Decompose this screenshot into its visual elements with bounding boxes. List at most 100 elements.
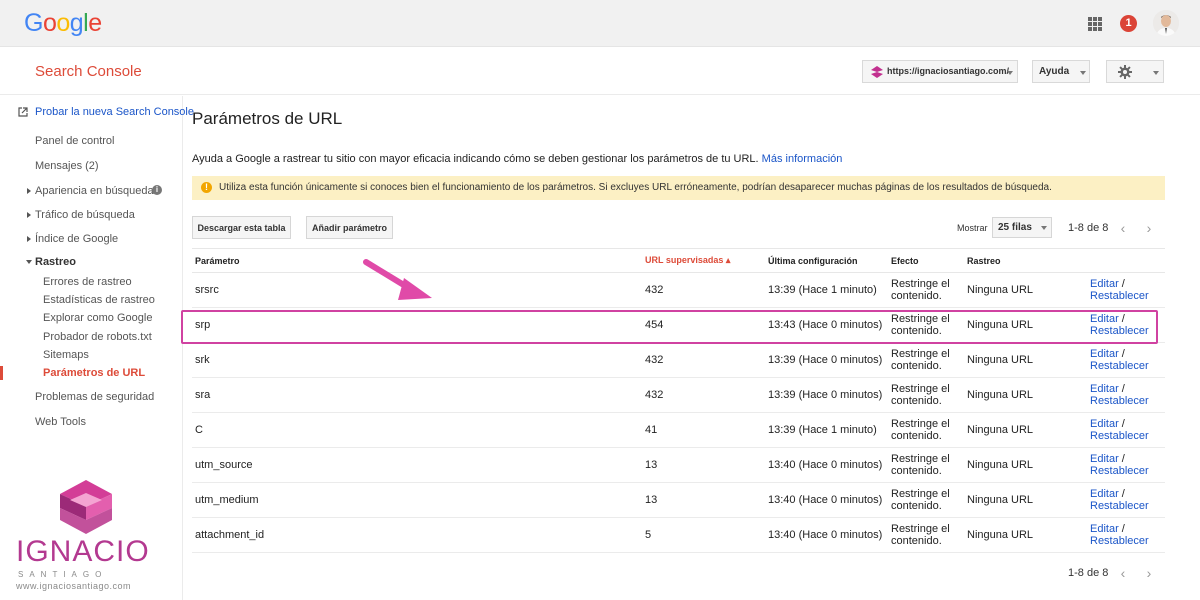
app-title[interactable]: Search Console bbox=[35, 63, 142, 80]
cell-effect: Restringe el contenido. bbox=[888, 272, 964, 308]
sidebar-item-search-appearance[interactable]: Apariencia en búsquedas bbox=[35, 185, 159, 197]
cell-effect: Restringe el contenido. bbox=[888, 342, 964, 378]
effect-line: contenido. bbox=[891, 290, 942, 302]
cell-monitored-urls: 41 bbox=[642, 412, 765, 448]
cell-crawl: Ninguna URL bbox=[964, 377, 1087, 413]
edit-link[interactable]: Editar bbox=[1090, 383, 1119, 395]
cell-effect: Restringe el contenido. bbox=[888, 377, 964, 413]
reset-link[interactable]: Restablecer bbox=[1090, 290, 1149, 302]
sidebar-subitem-crawl-stats[interactable]: Estadísticas de rastreo bbox=[43, 294, 155, 306]
reset-link[interactable]: Restablecer bbox=[1090, 395, 1149, 407]
cell-actions: Editar / Restablecer bbox=[1087, 272, 1165, 308]
sidebar-item-search-traffic[interactable]: Tráfico de búsqueda bbox=[35, 209, 135, 221]
edit-link[interactable]: Editar bbox=[1090, 348, 1119, 360]
sidebar-subitem-sitemaps[interactable]: Sitemaps bbox=[43, 349, 89, 361]
cell-effect: Restringe el contenido. bbox=[888, 412, 964, 448]
sidebar-item-google-index[interactable]: Índice de Google bbox=[35, 233, 118, 245]
effect-line: Restringe el bbox=[891, 488, 950, 500]
sidebar-item-messages[interactable]: Mensajes (2) bbox=[35, 160, 99, 172]
sidebar-item-dashboard[interactable]: Panel de control bbox=[35, 135, 115, 147]
chevron-down-icon bbox=[1041, 226, 1047, 230]
notification-badge[interactable]: 1 bbox=[1120, 15, 1137, 32]
chevron-right-icon bbox=[27, 236, 31, 242]
effect-line: contenido. bbox=[891, 360, 942, 372]
cell-monitored-urls: 432 bbox=[642, 342, 765, 378]
logo-letter: g bbox=[69, 9, 84, 37]
table-row: attachment_id 5 13:40 (Hace 0 minutos) R… bbox=[192, 517, 1165, 553]
edit-link[interactable]: Editar bbox=[1090, 523, 1119, 535]
sidebar-item-web-tools[interactable]: Web Tools bbox=[35, 416, 86, 428]
effect-line: Restringe el bbox=[891, 383, 950, 395]
sidebar-subitem-fetch-as-google[interactable]: Explorar como Google bbox=[43, 312, 152, 324]
cell-monitored-urls: 432 bbox=[642, 377, 765, 413]
url-parameters-table: Parámetro URL supervisadas ▴ Última conf… bbox=[192, 248, 1165, 553]
column-header-monitored-urls[interactable]: URL supervisadas ▴ bbox=[642, 248, 765, 273]
effect-line: Restringe el bbox=[891, 418, 950, 430]
cell-crawl: Ninguna URL bbox=[964, 482, 1087, 518]
reset-link[interactable]: Restablecer bbox=[1090, 465, 1149, 477]
cell-effect: Restringe el contenido. bbox=[888, 482, 964, 518]
chevron-down-icon bbox=[1080, 71, 1086, 75]
external-link-icon bbox=[18, 107, 28, 117]
edit-link[interactable]: Editar bbox=[1090, 453, 1119, 465]
cell-actions: Editar / Restablecer bbox=[1087, 412, 1165, 448]
sidebar-subitem-robots-tester[interactable]: Probador de robots.txt bbox=[43, 331, 152, 343]
chevron-down-icon bbox=[1153, 71, 1159, 75]
add-parameter-button[interactable]: Añadir parámetro bbox=[306, 216, 393, 239]
help-button[interactable]: Ayuda bbox=[1032, 60, 1090, 83]
pagination-info: 1-8 de 8 bbox=[1068, 567, 1109, 579]
settings-button[interactable] bbox=[1106, 60, 1164, 83]
reset-link[interactable]: Restablecer bbox=[1090, 430, 1149, 442]
annotation-arrow-icon bbox=[363, 259, 432, 300]
next-page-button[interactable]: › bbox=[1138, 563, 1160, 583]
cell-actions: Editar / Restablecer bbox=[1087, 447, 1165, 483]
cell-actions: Editar / Restablecer bbox=[1087, 482, 1165, 518]
more-info-link[interactable]: Más información bbox=[762, 153, 843, 165]
try-new-search-console-link[interactable]: Probar la nueva Search Console bbox=[35, 106, 194, 118]
chevron-down-icon bbox=[26, 260, 32, 264]
site-selector-label: https://ignaciosantiago.com/ bbox=[887, 66, 1010, 76]
cell-parameter: utm_source bbox=[192, 447, 642, 483]
site-selector[interactable]: https://ignaciosantiago.com/ bbox=[862, 60, 1018, 83]
intro-text: Ayuda a Google a rastrear tu sitio con m… bbox=[192, 153, 842, 165]
edit-link[interactable]: Editar bbox=[1090, 313, 1119, 325]
avatar[interactable] bbox=[1153, 10, 1179, 36]
site-logo-icon bbox=[871, 66, 883, 78]
reset-link[interactable]: Restablecer bbox=[1090, 325, 1149, 337]
cell-crawl: Ninguna URL bbox=[964, 342, 1087, 378]
cell-last-config: 13:40 (Hace 0 minutos) bbox=[765, 482, 888, 518]
next-page-button[interactable]: › bbox=[1138, 218, 1160, 238]
warning-banner: ! Utiliza esta función únicamente si con… bbox=[192, 176, 1165, 200]
reset-link[interactable]: Restablecer bbox=[1090, 360, 1149, 372]
edit-link[interactable]: Editar bbox=[1090, 278, 1119, 290]
download-table-button[interactable]: Descargar esta tabla bbox=[192, 216, 291, 239]
cell-effect: Restringe el contenido. bbox=[888, 517, 964, 553]
reset-link[interactable]: Restablecer bbox=[1090, 500, 1149, 512]
effect-line: Restringe el bbox=[891, 348, 950, 360]
column-header-effect[interactable]: Efecto bbox=[888, 248, 964, 273]
show-label: Mostrar bbox=[957, 223, 988, 233]
previous-page-button[interactable]: ‹ bbox=[1112, 563, 1134, 583]
sidebar-item-crawl[interactable]: Rastreo bbox=[35, 256, 76, 268]
sidebar-subitem-crawl-errors[interactable]: Errores de rastreo bbox=[43, 276, 132, 288]
effect-line: contenido. bbox=[891, 535, 942, 547]
previous-page-button[interactable]: ‹ bbox=[1112, 218, 1134, 238]
cell-last-config: 13:39 (Hace 1 minuto) bbox=[765, 412, 888, 448]
brand-url: www.ignaciosantiago.com bbox=[16, 581, 132, 591]
table-row: srsrc 432 13:39 (Hace 1 minuto) Restring… bbox=[192, 272, 1165, 308]
column-header-last-config[interactable]: Última configuración bbox=[765, 248, 888, 273]
column-header-crawl[interactable]: Rastreo bbox=[964, 248, 1087, 273]
sidebar-subitem-url-parameters[interactable]: Parámetros de URL bbox=[43, 367, 145, 379]
brand-wordmark: IGNACIO bbox=[16, 535, 150, 568]
edit-link[interactable]: Editar bbox=[1090, 488, 1119, 500]
apps-grid-icon[interactable] bbox=[1088, 17, 1102, 31]
edit-link[interactable]: Editar bbox=[1090, 418, 1119, 430]
reset-link[interactable]: Restablecer bbox=[1090, 535, 1149, 547]
sidebar-item-security-issues[interactable]: Problemas de seguridad bbox=[35, 391, 154, 403]
table-row: srp 454 13:43 (Hace 0 minutos) Restringe… bbox=[192, 307, 1165, 343]
effect-line: contenido. bbox=[891, 325, 942, 337]
info-icon[interactable]: i bbox=[152, 185, 162, 195]
help-label: Ayuda bbox=[1039, 66, 1070, 77]
rows-per-page-select[interactable]: 25 filas bbox=[992, 217, 1052, 238]
google-logo[interactable]: Google bbox=[24, 9, 102, 38]
